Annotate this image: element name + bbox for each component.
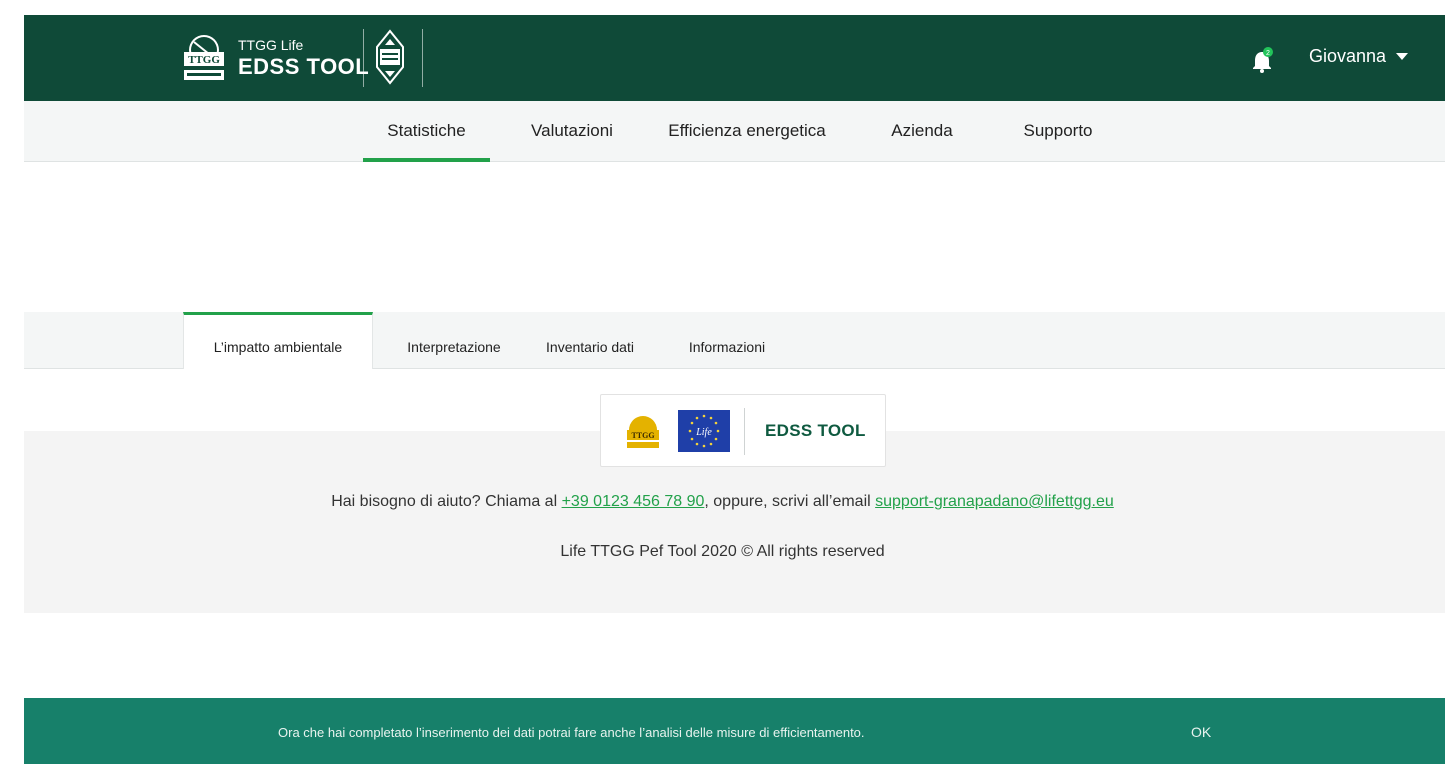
notice-ok-button[interactable]: OK <box>1191 724 1211 740</box>
eu-life-logo-icon: Life <box>678 410 730 452</box>
logo-divider <box>744 408 745 455</box>
notice-message: Ora che hai completato l’inserimento dei… <box>278 725 865 740</box>
subtab-informazioni[interactable]: Informazioni <box>672 312 782 369</box>
svg-text:Life: Life <box>695 427 712 438</box>
grana-padano-logo-icon <box>376 29 404 85</box>
brand-title: EDSS TOOL <box>238 54 370 79</box>
main-nav: Statistiche Valutazioni Efficienza energ… <box>24 101 1445 162</box>
header-divider <box>363 29 364 87</box>
user-menu[interactable]: Giovanna <box>1309 46 1409 67</box>
chevron-down-icon <box>1396 53 1409 60</box>
top-header: TTGG TTGG Life EDSS TOOL 2 Giovanna <box>24 15 1445 101</box>
copyright-text: Life TTGG Pef Tool 2020 © All rights res… <box>560 543 885 560</box>
user-name: Giovanna <box>1309 46 1387 66</box>
tab-supporto[interactable]: Supporto <box>1008 101 1108 162</box>
phone-link[interactable]: +39 0123 456 78 90 <box>562 493 705 510</box>
bell-icon[interactable]: 2 <box>1252 47 1274 73</box>
ttgg-logo-icon: TTGG <box>184 35 224 80</box>
notification-count: 2 <box>1266 50 1270 57</box>
tab-valutazioni[interactable]: Valutazioni <box>522 101 622 162</box>
footer-logo-text: EDSS TOOL <box>765 421 866 440</box>
header-divider <box>422 29 423 87</box>
tab-efficienza-energetica[interactable]: Efficienza energetica <box>656 101 838 162</box>
svg-text:TTGG: TTGG <box>631 431 654 440</box>
email-link[interactable]: support-granapadano@lifettgg.eu <box>875 493 1114 510</box>
svg-text:TTGG: TTGG <box>188 54 220 66</box>
brand-logo[interactable]: TTGG TTGG Life EDSS TOOL <box>180 30 369 86</box>
subtab-interpretazione[interactable]: Interpretazione <box>384 312 524 369</box>
sub-tabs: L’impatto ambientale Interpretazione Inv… <box>24 312 1445 369</box>
tab-statistiche[interactable]: Statistiche <box>363 101 490 162</box>
help-text: Hai bisogno di aiuto? Chiama al +39 0123… <box>331 493 1114 510</box>
footer-logo: TTGG Life EDSS TOOL <box>600 394 886 467</box>
tab-azienda[interactable]: Azienda <box>882 101 962 162</box>
subtab-inventario-dati[interactable]: Inventario dati <box>530 312 650 369</box>
ttgg-logo-icon: TTGG <box>627 416 659 448</box>
subtab-impatto-ambientale[interactable]: L’impatto ambientale <box>183 312 373 369</box>
notice-bar: Ora che hai completato l’inserimento dei… <box>24 698 1445 764</box>
brand-subtitle: TTGG Life <box>238 37 304 53</box>
